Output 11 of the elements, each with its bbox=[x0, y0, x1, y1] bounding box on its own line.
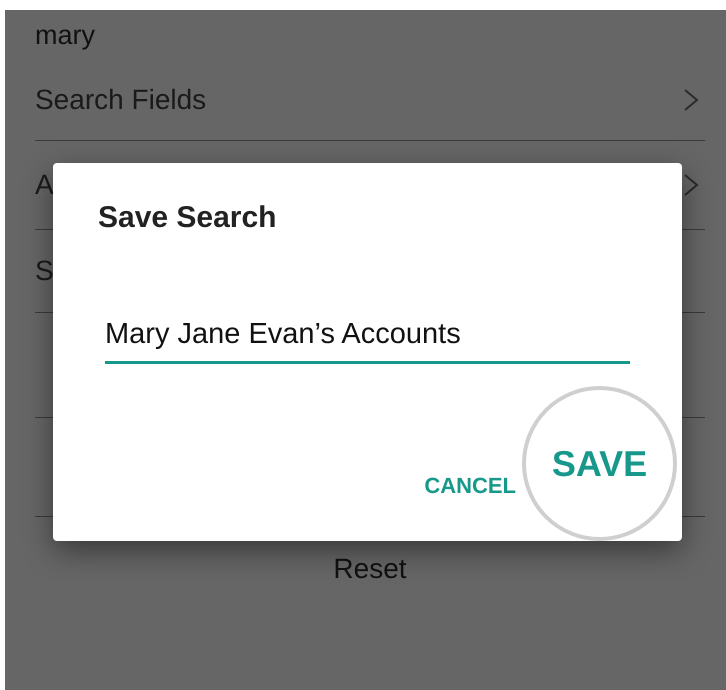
reset-button[interactable]: Reset bbox=[333, 553, 407, 585]
list-item-label[interactable]: Search Fields bbox=[35, 84, 206, 116]
cancel-button[interactable]: CANCEL bbox=[422, 469, 518, 503]
search-name-input[interactable]: Mary Jane Evan’s Accounts bbox=[105, 318, 630, 364]
dialog-title: Save Search bbox=[98, 201, 276, 235]
list-item-label[interactable]: A bbox=[35, 169, 54, 201]
search-query-text: mary bbox=[35, 19, 96, 52]
chevron-right-icon bbox=[683, 88, 699, 112]
save-button[interactable]: SAVE bbox=[522, 386, 677, 541]
chevron-right-icon bbox=[683, 173, 699, 197]
list-item-label[interactable]: S bbox=[35, 255, 54, 287]
